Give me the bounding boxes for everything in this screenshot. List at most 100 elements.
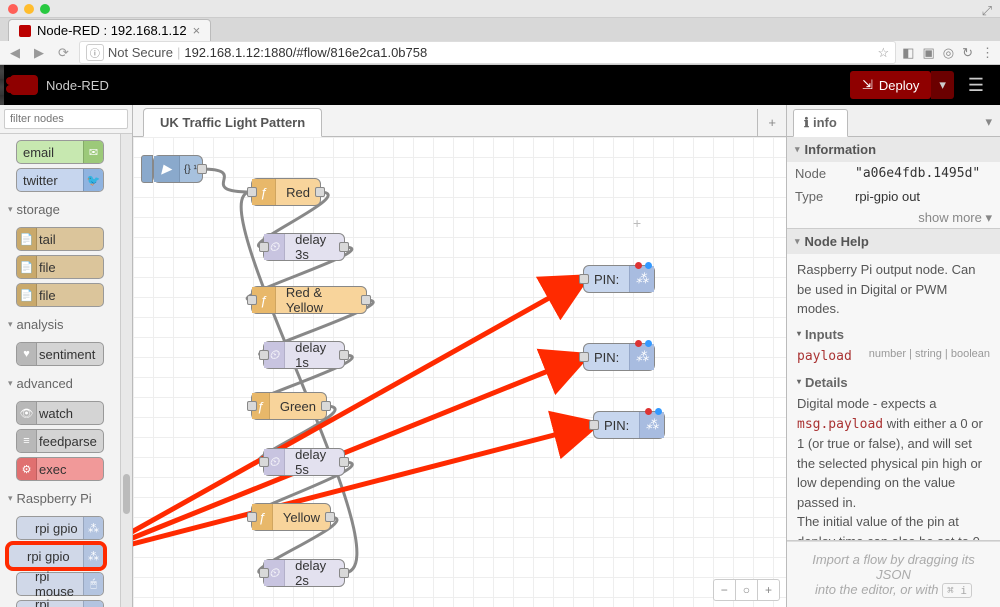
section-node-help[interactable]: Node Help (787, 229, 1000, 254)
ext-icon[interactable]: ◧ (902, 45, 914, 61)
watch-icon: 👁 (17, 402, 37, 424)
extension-icons[interactable]: ◧ ▣ ◎ ↻ ⋮ (902, 45, 994, 61)
function-node-redyellow[interactable]: ƒRed & Yellow (251, 286, 367, 314)
url-text: 192.168.1.12:1880/#flow/816e2ca1.0b758 (184, 45, 427, 60)
palette-node-file[interactable]: 📄file (16, 255, 104, 279)
delay-node[interactable]: ⏲delay 5s (263, 448, 345, 476)
browser-tabbar: Node-RED : 192.168.1.12 × (0, 18, 1000, 41)
flow-tab[interactable]: UK Traffic Light Pattern (143, 108, 322, 137)
file-icon: 📄 (17, 228, 37, 250)
palette-node-rpi-gpio-in[interactable]: rpi gpio⁂ (16, 516, 104, 540)
palette-node-file[interactable]: 📄file (16, 283, 104, 307)
info-row: Node"a06e4fdb.1495d" (787, 162, 1000, 185)
twitter-icon: 🐦 (83, 169, 103, 191)
logo-icon (10, 75, 38, 95)
rpi-gpio-out-node[interactable]: PIN:⁂ (583, 265, 655, 293)
zoom-in-button[interactable]: + (758, 580, 779, 600)
palette-node-feedparse[interactable]: ≡feedparse (16, 429, 104, 453)
tab-title: Node-RED : 192.168.1.12 (37, 23, 187, 38)
palette-node-exec[interactable]: ⚙exec (16, 457, 104, 481)
bookmark-icon[interactable]: ☆ (878, 45, 890, 61)
sidebar-tab-menu[interactable]: ▾ (977, 108, 1000, 136)
workspace: UK Traffic Light Pattern + (133, 105, 786, 607)
deploy-menu-button[interactable]: ▾ (931, 71, 954, 99)
rpi-icon: ⁂ (629, 266, 654, 292)
browser-tab[interactable]: Node-RED : 192.168.1.12 × (8, 19, 211, 41)
filter-input[interactable] (4, 109, 128, 129)
help-content: Raspberry Pi output node. Can be used in… (787, 254, 1000, 541)
file-icon: 📄 (17, 256, 37, 278)
palette-node-sentiment[interactable]: ♥sentiment (16, 342, 104, 366)
file-icon: 📄 (17, 284, 37, 306)
inputs-heading[interactable]: Inputs (797, 325, 990, 345)
deploy-button[interactable]: ⇲ Deploy (850, 71, 931, 99)
rpi-gpio-out-node[interactable]: PIN:⁂ (593, 411, 665, 439)
zoom-controls: − ○ + (713, 579, 780, 601)
mouse-icon: 🖱 (83, 573, 103, 595)
palette-node-rpi-keyboard[interactable]: rpi keyboard⌨ (16, 600, 104, 607)
forward-icon: ▶ (30, 45, 48, 61)
palette-category[interactable]: analysis (6, 311, 114, 338)
window-titlebar: ⤢ (0, 0, 1000, 18)
palette-node-rpi-mouse[interactable]: rpi mouse🖱 (16, 572, 104, 596)
feed-icon: ≡ (17, 430, 37, 452)
palette-node-rpi-gpio-out[interactable]: rpi gpio⁂ (8, 544, 104, 568)
sidebar-tab-info[interactable]: ℹinfo (793, 109, 848, 137)
keyboard-icon: ⌨ (83, 601, 103, 607)
palette-node-twitter[interactable]: twitter🐦 (16, 168, 104, 192)
palette-category[interactable]: advanced (6, 370, 114, 397)
close-tab-icon[interactable]: × (193, 23, 201, 38)
info-icon: ℹ (804, 115, 809, 131)
email-icon: ✉ (83, 141, 103, 163)
rpi-icon: ⁂ (83, 545, 103, 567)
palette-category[interactable]: storage (6, 196, 114, 223)
palette-scrollbar[interactable] (120, 134, 132, 607)
exec-icon: ⚙ (17, 458, 37, 480)
app-header: Node-RED ⇲ Deploy ▾ ☰ (0, 65, 1000, 105)
delay-node[interactable]: ⏲delay 3s (263, 233, 345, 261)
function-node-yellow[interactable]: ƒYellow (251, 503, 331, 531)
palette-node-watch[interactable]: 👁watch (16, 401, 104, 425)
palette-node-email[interactable]: email✉ (16, 140, 104, 164)
rpi-icon: ⁂ (629, 344, 654, 370)
flow-canvas[interactable]: ▶ {} ¹ ƒRed ⏲delay 3s ƒRed & Yellow ⏲del… (133, 137, 786, 607)
zoom-reset-button[interactable]: ○ (736, 580, 758, 600)
deploy-icon: ⇲ (862, 77, 873, 93)
cursor-crosshair: + (633, 215, 641, 231)
ext-icon[interactable]: ▣ (922, 45, 934, 61)
sidebar: ℹinfo ▾ Information Node"a06e4fdb.1495d"… (786, 105, 1000, 607)
rpi-gpio-out-node[interactable]: PIN:⁂ (583, 343, 655, 371)
fullscreen-icon[interactable]: ⤢ (982, 3, 992, 19)
import-hint: Import a flow by dragging its JSON into … (787, 541, 1000, 607)
section-information[interactable]: Information (787, 137, 1000, 162)
sentiment-icon: ♥ (17, 343, 37, 365)
zoom-out-button[interactable]: − (714, 580, 736, 600)
palette-node-tail[interactable]: 📄tail (16, 227, 104, 251)
inject-node[interactable]: ▶ {} ¹ (153, 155, 203, 183)
inject-button[interactable] (141, 155, 153, 183)
delay-node[interactable]: ⏲delay 1s (263, 341, 345, 369)
workspace-tabs: UK Traffic Light Pattern + (133, 105, 786, 137)
ext-icon[interactable]: ⋮ (981, 45, 994, 61)
ext-icon[interactable]: ◎ (943, 45, 954, 61)
add-tab-button[interactable]: + (757, 109, 786, 136)
palette-category[interactable]: Raspberry Pi (6, 485, 114, 512)
back-icon[interactable]: ◀ (6, 45, 24, 61)
ext-icon[interactable]: ↻ (962, 45, 973, 61)
url-field[interactable]: ⓘ Not Secure | 192.168.1.12:1880/#flow/8… (79, 41, 896, 64)
info-icon[interactable]: ⓘ (86, 44, 104, 61)
menu-button[interactable]: ☰ (962, 75, 990, 96)
function-node-green[interactable]: ƒGreen (251, 392, 327, 420)
show-more-link[interactable]: show more ▾ (787, 208, 1000, 228)
window-controls[interactable] (8, 4, 50, 14)
brand-text: Node-RED (46, 78, 109, 93)
details-heading[interactable]: Details (797, 373, 990, 393)
function-node-red[interactable]: ƒRed (251, 178, 321, 206)
reload-icon[interactable]: ⟳ (54, 45, 73, 61)
sidebar-tabs: ℹinfo ▾ (787, 105, 1000, 137)
deploy-label: Deploy (879, 78, 919, 93)
palette: email✉ twitter🐦 storage 📄tail 📄file 📄fil… (0, 105, 133, 607)
rpi-icon: ⁂ (83, 517, 103, 539)
favicon-icon (19, 25, 31, 37)
delay-node[interactable]: ⏲delay 2s (263, 559, 345, 587)
